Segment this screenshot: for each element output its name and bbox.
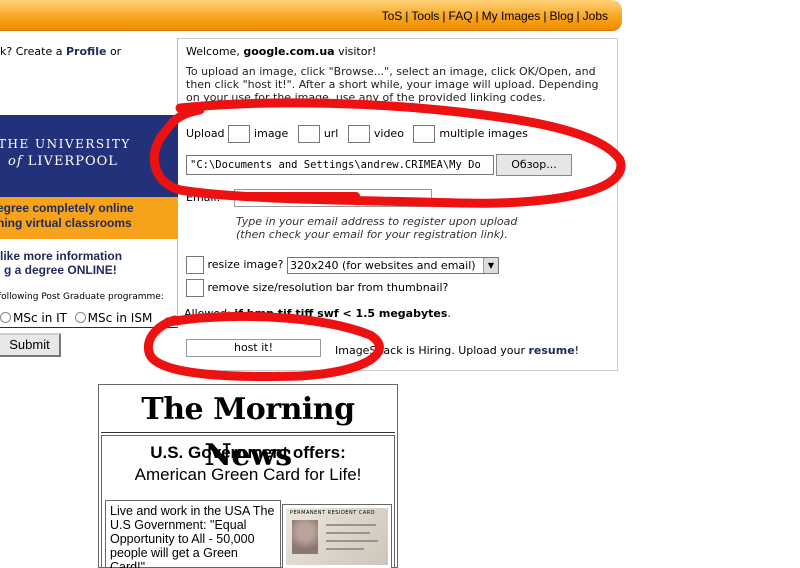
promo-line1: egree completely online <box>0 201 134 215</box>
login-prefix: k? Create a <box>0 45 63 58</box>
radio-msc-ism[interactable] <box>74 312 86 323</box>
university-of: of <box>8 154 23 169</box>
promo-strip[interactable]: egree completely online ning virtual cla… <box>0 197 178 239</box>
upload-type-prefix: Upload <box>186 127 225 140</box>
resume-link[interactable]: resume <box>528 344 574 357</box>
type-url-label: url <box>323 127 339 140</box>
upload-panel: Welcome, google.com.ua visitor! To uploa… <box>178 38 618 371</box>
allowed-formats: Allowed: if bmp tif tiff swf < 1.5 megab… <box>184 307 451 320</box>
nav-separator: | <box>475 9 479 23</box>
resize-select[interactable]: 320x240 (for websites and email) ▼ <box>286 256 499 274</box>
type-url-radio[interactable] <box>297 125 320 143</box>
newspaper-ad[interactable]: The Morning News U.S. Government offers:… <box>98 384 398 568</box>
nav-link-faq[interactable]: FAQ <box>449 9 473 23</box>
radio-msc-ism-label: MSc in ISM <box>87 311 153 325</box>
submit-button[interactable]: Submit <box>0 333 61 357</box>
promo-line2: ning virtual classrooms <box>0 216 132 230</box>
host-it-button[interactable]: host it! <box>186 339 321 357</box>
nav-links: ToS | Tools | FAQ | My Images | Blog | Jobs <box>382 9 608 23</box>
formats-end: . <box>447 307 451 320</box>
type-video-label: video <box>373 127 404 140</box>
ad-body: Live and work in the USA The U.S Governm… <box>105 500 281 568</box>
email-input[interactable] <box>234 189 432 207</box>
email-hint-line2: (then check your email for your registra… <box>236 228 508 241</box>
upload-instructions: To upload an image, click "Browse...", s… <box>186 65 599 104</box>
nav-separator: | <box>405 9 409 23</box>
more-info-text: like more information g a degree ONLINE! <box>0 249 122 277</box>
remove-bar-label: remove size/resolution bar from thumbnai… <box>207 281 449 294</box>
welcome-text: Welcome, google.com.ua visitor! <box>186 45 376 58</box>
nav-link-blog[interactable]: Blog <box>549 9 573 23</box>
type-image-label: image <box>254 127 289 140</box>
university-name-line2: of LIVERPOOL <box>8 154 118 169</box>
nav-link-tos[interactable]: ToS <box>382 9 403 23</box>
login-suffix: or <box>109 45 122 58</box>
ad-content: U.S. Government offers: American Green C… <box>101 435 395 568</box>
type-multiple-label: multiple images <box>439 127 528 140</box>
resize-label: resize image? <box>207 258 284 271</box>
welcome-suffix: visitor! <box>338 45 377 58</box>
resize-select-value: 320x240 (for websites and email) <box>289 258 476 272</box>
formats-list: if bmp tif tiff swf < 1.5 megabytes <box>234 307 448 320</box>
upload-type-options: Upload image url video multiple images <box>186 125 534 143</box>
left-sidebar: k? Create a Profile or THE UNIVERSITY of… <box>0 38 178 357</box>
remove-bar-checkbox[interactable] <box>186 279 204 297</box>
resize-checkbox[interactable] <box>186 256 204 274</box>
email-label: Email: <box>186 191 221 204</box>
green-card-photo <box>292 520 318 554</box>
hiring-end: ! <box>574 344 580 357</box>
ad-masthead: The Morning News <box>101 387 395 473</box>
type-image-radio[interactable] <box>228 125 251 143</box>
browse-button[interactable]: Обзор... <box>496 154 572 176</box>
radio-msc-it-label: MSc in IT <box>13 311 68 325</box>
hiring-text: ImageShack is Hiring. Upload your resume… <box>335 344 579 357</box>
type-multiple-radio[interactable] <box>413 125 436 143</box>
type-video-radio[interactable] <box>347 125 370 143</box>
profile-link[interactable]: Profile <box>66 45 106 58</box>
email-hint-line1: Type in your email address to register u… <box>236 215 518 228</box>
top-nav-bar: ToS | Tools | FAQ | My Images | Blog | Jobs <box>0 0 622 31</box>
email-hint: Type in your email address to register u… <box>236 215 517 241</box>
login-prompt: k? Create a Profile or <box>0 45 121 58</box>
formats-prefix: Allowed: <box>184 307 231 320</box>
university-banner[interactable]: THE UNIVERSITY of LIVERPOOL <box>0 115 178 197</box>
ad-headline-1: U.S. Government offers: <box>150 443 346 462</box>
hiring-prefix: ImageShack is Hiring. Upload your <box>335 344 525 357</box>
nav-separator: | <box>442 9 446 23</box>
nav-link-my-images[interactable]: My Images <box>482 9 541 23</box>
more-info-line1: like more information <box>0 249 123 263</box>
remove-bar-row: remove size/resolution bar from thumbnai… <box>186 279 448 297</box>
chevron-down-icon: ▼ <box>482 257 498 273</box>
welcome-host: google.com.ua <box>243 45 335 58</box>
university-name-line1: THE UNIVERSITY <box>0 137 131 151</box>
nav-separator: | <box>543 9 547 23</box>
green-card-title: PERMANENT RESIDENT CARD <box>290 510 376 516</box>
file-path-input[interactable]: "C:\Documents and Settings\andrew.CRIMEA… <box>186 155 494 175</box>
nav-link-tools[interactable]: Tools <box>411 9 439 23</box>
green-card-image: PERMANENT RESIDENT CARD <box>282 504 392 568</box>
programme-radios: MSc in IT MSc in ISM <box>0 311 152 325</box>
more-info-line2: g a degree ONLINE! <box>4 263 117 277</box>
university-liverpool: LIVERPOOL <box>27 154 118 169</box>
welcome-prefix: Welcome, <box>186 45 240 58</box>
nav-separator: | <box>576 9 580 23</box>
nav-link-jobs[interactable]: Jobs <box>583 9 608 23</box>
ad-headline-2: American Green Card for Life! <box>134 465 362 484</box>
radio-msc-it[interactable] <box>0 312 11 323</box>
programme-text: following Post Graduate programme: <box>0 292 164 302</box>
resize-row: resize image? 320x240 (for websites and … <box>186 256 499 274</box>
